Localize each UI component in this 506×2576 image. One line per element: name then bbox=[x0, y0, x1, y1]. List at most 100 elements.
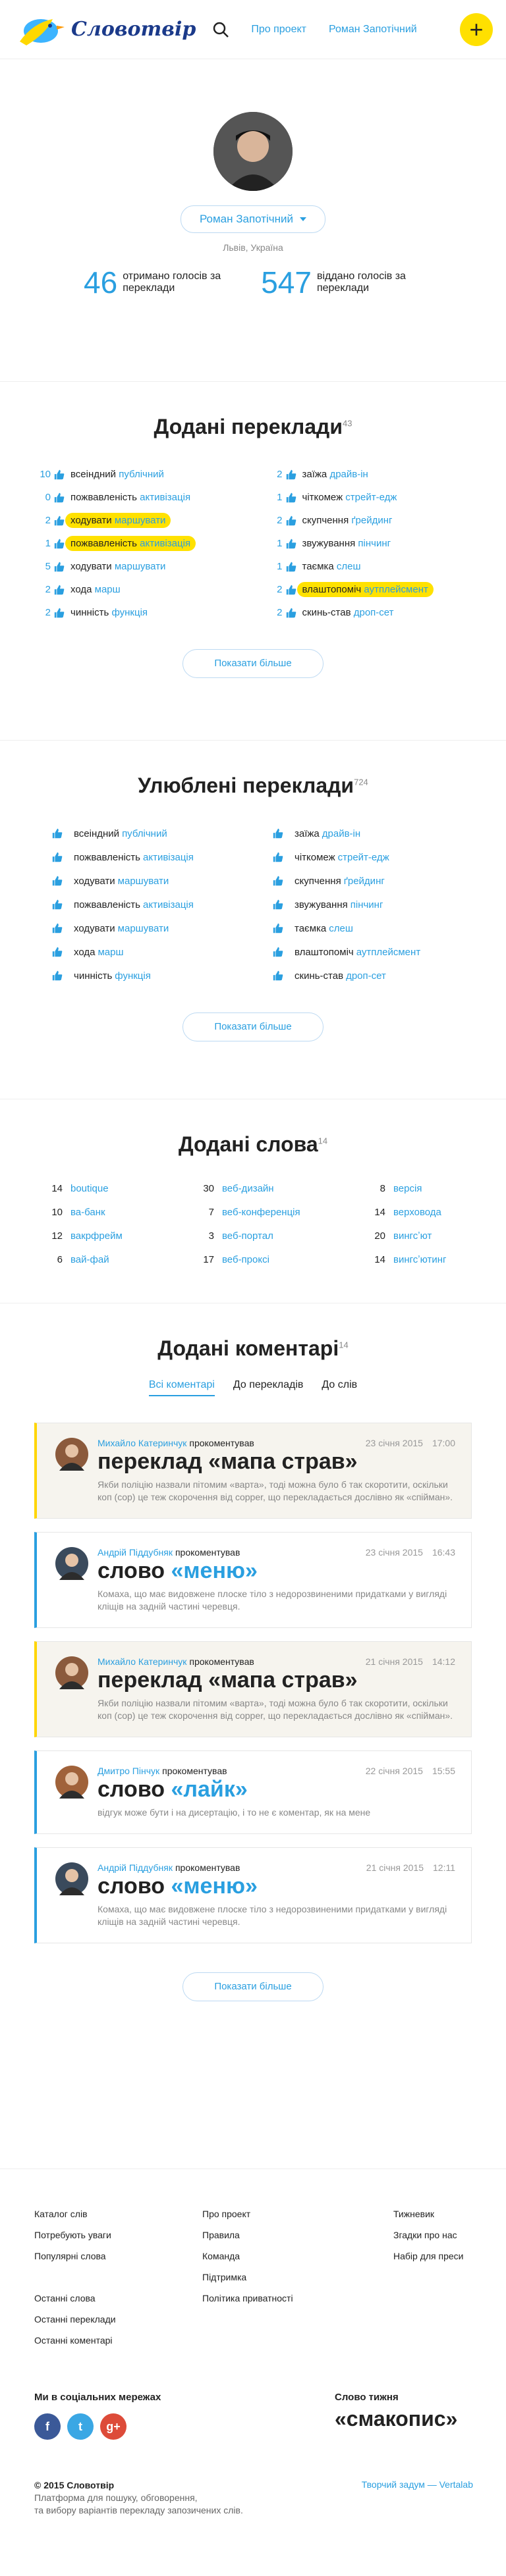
source-word[interactable]: активізація bbox=[140, 492, 190, 503]
source-word[interactable]: маршувати bbox=[115, 561, 166, 572]
favorite-row[interactable]: пожвавленість активізація bbox=[51, 845, 246, 869]
word-row[interactable]: 17 веб-проксі bbox=[188, 1248, 359, 1271]
subject-word[interactable]: «мапа страв» bbox=[208, 1449, 357, 1474]
thumbs-up-icon[interactable] bbox=[51, 828, 63, 839]
credit-link[interactable]: Творчий задум — Vertalab bbox=[362, 2479, 473, 2517]
footer-link[interactable]: Каталог слів bbox=[34, 2203, 202, 2224]
word-row[interactable]: 7 веб-конференція bbox=[188, 1200, 359, 1224]
thumbs-up-icon[interactable] bbox=[285, 607, 297, 619]
footer-link[interactable]: Тижневик bbox=[393, 2203, 492, 2224]
source-word[interactable]: активізація bbox=[143, 899, 194, 910]
source-word[interactable]: драйв-ін bbox=[322, 828, 360, 839]
footer-link[interactable]: Згадки про нас bbox=[393, 2224, 492, 2246]
thumbs-up-icon[interactable] bbox=[272, 851, 284, 863]
footer-link[interactable]: Потребують уваги bbox=[34, 2224, 202, 2246]
favorite-row[interactable]: влаштопоміч аутплейсмент bbox=[272, 940, 466, 964]
source-word[interactable]: слеш bbox=[329, 923, 353, 934]
avatar[interactable] bbox=[55, 1862, 88, 1895]
comment-card[interactable]: Михайло Катеринчук прокоментував 21 січня … bbox=[34, 1641, 472, 1737]
footer-link[interactable]: Правила bbox=[202, 2224, 393, 2246]
favorite-row[interactable]: чіткомеж стрейт-едж bbox=[272, 845, 466, 869]
favorite-row[interactable]: ходувати маршувати bbox=[51, 916, 246, 940]
translation-row[interactable]: 2 чинність функція bbox=[36, 601, 242, 624]
comment-author[interactable]: Андрій Піддубняк bbox=[98, 1547, 173, 1558]
avatar[interactable] bbox=[55, 1438, 88, 1471]
translation-row[interactable]: 0 пожвавленість активізація bbox=[36, 486, 242, 509]
subject-word[interactable]: «лайк» bbox=[171, 1777, 248, 1802]
footer-link[interactable]: Про проект bbox=[202, 2203, 393, 2224]
favorite-row[interactable]: чинність функція bbox=[51, 964, 246, 987]
show-more-button[interactable]: Показати більше bbox=[183, 1012, 323, 1041]
tab-translation-comments[interactable]: До перекладів bbox=[233, 1379, 304, 1396]
word-row[interactable]: 8 версія bbox=[359, 1176, 491, 1200]
translation-row[interactable]: 2 влаштопоміч аутплейсмент bbox=[268, 578, 474, 601]
source-word[interactable]: слеш bbox=[337, 561, 361, 572]
source-word[interactable]: аутплейсмент bbox=[364, 584, 428, 595]
thumbs-up-icon[interactable] bbox=[53, 469, 65, 481]
word-row[interactable]: 20 вингсʼют bbox=[359, 1224, 491, 1248]
source-word[interactable]: функція bbox=[115, 970, 151, 982]
comment-subject[interactable]: слово «меню» bbox=[98, 1558, 455, 1584]
thumbs-up-icon[interactable] bbox=[285, 584, 297, 596]
translation-row[interactable]: 1 пожвавленість активізація bbox=[36, 532, 242, 555]
user-select[interactable]: Роман Запотічний bbox=[180, 205, 326, 233]
translation-pair[interactable]: заїжа драйв-ін bbox=[302, 469, 368, 480]
facebook-icon[interactable]: f bbox=[34, 2413, 61, 2440]
word-link[interactable]: boutique bbox=[70, 1183, 109, 1194]
word-link[interactable]: версія bbox=[393, 1183, 422, 1194]
thumbs-up-icon[interactable] bbox=[51, 851, 63, 863]
comment-card[interactable]: Андрій Піддубняк прокоментував 21 січня 20… bbox=[34, 1847, 472, 1943]
source-word[interactable]: пінчинг bbox=[351, 899, 383, 910]
comment-author[interactable]: Михайло Катеринчук bbox=[98, 1656, 186, 1667]
word-row[interactable]: 10 ва-банк bbox=[36, 1200, 188, 1224]
comment-card[interactable]: Дмитро Пінчук прокоментував 22 січня 2015 1… bbox=[34, 1750, 472, 1834]
search-icon[interactable] bbox=[211, 20, 230, 39]
favorite-row[interactable]: пожвавленість активізація bbox=[51, 893, 246, 916]
source-word[interactable]: ґрейдинг bbox=[351, 515, 392, 526]
tab-word-comments[interactable]: До слів bbox=[322, 1379, 357, 1396]
word-link[interactable]: ва-банк bbox=[70, 1207, 105, 1218]
translation-pair[interactable]: скинь-став дроп-сет bbox=[302, 607, 394, 618]
source-word[interactable]: публічний bbox=[119, 469, 164, 480]
word-row[interactable]: 14 boutique bbox=[36, 1176, 188, 1200]
translation-row[interactable]: 5 ходувати маршувати bbox=[36, 555, 242, 578]
source-word[interactable]: активізація bbox=[143, 852, 194, 863]
word-link[interactable]: верховода bbox=[393, 1207, 441, 1218]
comment-subject[interactable]: переклад «мапа страв» bbox=[98, 1448, 455, 1475]
translation-pair[interactable]: чинність функція bbox=[70, 607, 148, 618]
favorite-row[interactable]: таємка слеш bbox=[272, 916, 466, 940]
thumbs-up-icon[interactable] bbox=[272, 828, 284, 839]
thumbs-up-icon[interactable] bbox=[285, 538, 297, 550]
translation-pair[interactable]: скупчення ґрейдинг bbox=[302, 515, 393, 526]
thumbs-up-icon[interactable] bbox=[53, 515, 65, 527]
word-link[interactable]: вакрфрейм bbox=[70, 1230, 123, 1242]
favorite-row[interactable]: хода марш bbox=[51, 940, 246, 964]
thumbs-up-icon[interactable] bbox=[285, 492, 297, 504]
source-word[interactable]: стрейт-едж bbox=[338, 852, 389, 863]
source-word[interactable]: марш bbox=[95, 584, 121, 595]
thumbs-up-icon[interactable] bbox=[53, 607, 65, 619]
translation-pair[interactable]: ходувати маршувати bbox=[70, 561, 165, 572]
word-row[interactable]: 12 вакрфрейм bbox=[36, 1224, 188, 1248]
footer-link[interactable]: Популярні слова bbox=[34, 2246, 202, 2267]
comment-author[interactable]: Андрій Піддубняк bbox=[98, 1862, 173, 1873]
source-word[interactable]: публічний bbox=[122, 828, 167, 839]
translation-row[interactable]: 2 скинь-став дроп-сет bbox=[268, 601, 474, 624]
favorite-row[interactable]: звужування пінчинг bbox=[272, 893, 466, 916]
nav-about[interactable]: Про проект bbox=[251, 24, 306, 36]
thumbs-up-icon[interactable] bbox=[53, 492, 65, 504]
footer-link[interactable]: Підтримка bbox=[202, 2267, 393, 2288]
avatar[interactable] bbox=[55, 1656, 88, 1689]
word-row[interactable]: 14 вингсʼютинг bbox=[359, 1248, 491, 1271]
footer-link[interactable]: Команда bbox=[202, 2246, 393, 2267]
source-word[interactable]: дроп-сет bbox=[354, 607, 394, 618]
translation-row[interactable]: 2 заїжа драйв-ін bbox=[268, 463, 474, 486]
footer-link[interactable]: Політика приватності bbox=[202, 2288, 393, 2309]
comment-subject[interactable]: переклад «мапа страв» bbox=[98, 1667, 455, 1693]
translation-row[interactable]: 2 ходувати маршувати bbox=[36, 509, 242, 532]
footer-link[interactable]: Останні переклади bbox=[34, 2309, 202, 2330]
subject-word[interactable]: «меню» bbox=[171, 1558, 258, 1583]
nav-profile[interactable]: Роман Запотічний bbox=[329, 24, 417, 36]
google-plus-icon[interactable]: g+ bbox=[100, 2413, 126, 2440]
comment-card[interactable]: Андрій Піддубняк прокоментував 23 січня 20… bbox=[34, 1532, 472, 1628]
